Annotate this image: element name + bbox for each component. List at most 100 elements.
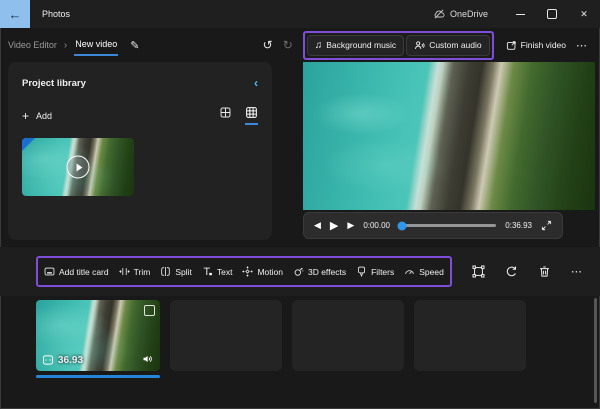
finish-video-button[interactable]: Finish video: [502, 36, 570, 55]
empty-timeline-slot[interactable]: [170, 300, 282, 371]
titlebar: ← Photos OneDrive ✕: [0, 0, 600, 28]
add-title-card-button[interactable]: Add title card: [39, 259, 114, 284]
title-card-icon: [44, 267, 55, 276]
next-frame-button[interactable]: ▶: [347, 220, 354, 231]
seek-slider[interactable]: [397, 221, 497, 230]
back-icon: ←: [8, 6, 22, 22]
motion-label: Motion: [257, 266, 283, 277]
project-library-header: Project library ‹: [22, 76, 258, 90]
music-note-icon: ♫: [314, 39, 323, 51]
trim-icon: [118, 268, 130, 275]
clip-info: 36.93: [42, 354, 83, 366]
plus-icon: +: [22, 108, 30, 123]
filters-button[interactable]: Filters: [351, 259, 399, 284]
large-grid-view-button[interactable]: [219, 106, 232, 125]
maximize-button[interactable]: [536, 0, 568, 28]
clip-selected-underline: [36, 375, 160, 378]
custom-audio-button[interactable]: Custom audio: [406, 34, 490, 56]
redo-button[interactable]: ↻: [283, 38, 293, 52]
more-clip-options-button[interactable]: ⋯: [571, 265, 583, 278]
empty-timeline-slot[interactable]: [414, 300, 526, 371]
background-music-label: Background music: [326, 40, 397, 50]
timeline-clip[interactable]: 36.93: [36, 300, 160, 371]
breadcrumb-project-name[interactable]: New video: [74, 35, 119, 56]
current-time: 0:00.00: [363, 221, 391, 230]
command-bar-right: ↺ ↻ ♫ Background music Custom audio Fini…: [263, 30, 592, 60]
selected-corner-flag: [22, 138, 35, 151]
small-grid-view-button[interactable]: [245, 106, 258, 125]
app-title: Photos: [42, 9, 71, 19]
empty-timeline-slot[interactable]: [292, 300, 404, 371]
speed-button[interactable]: Speed: [399, 259, 449, 284]
back-button[interactable]: ←: [0, 0, 30, 28]
rotate-icon[interactable]: [505, 265, 518, 278]
filters-label: Filters: [371, 266, 395, 277]
minimize-button[interactable]: [504, 0, 536, 28]
background-music-button[interactable]: ♫ Background music: [306, 34, 405, 56]
filters-icon: [358, 266, 366, 277]
split-button[interactable]: Split: [155, 259, 197, 284]
text-button[interactable]: Text: [197, 259, 238, 284]
add-title-card-label: Add title card: [59, 266, 109, 277]
add-media-button[interactable]: + Add: [22, 108, 53, 123]
edit-toolbar-strip: Add title card Trim Split Text Motion 3D…: [0, 247, 600, 296]
motion-icon: [242, 266, 254, 277]
3d-effects-icon: [294, 267, 304, 276]
clip-actions: ⋯: [472, 265, 583, 278]
text-label: Text: [216, 266, 233, 277]
total-time: 0:36.93: [505, 221, 532, 230]
more-options-button[interactable]: ⋯: [576, 39, 588, 52]
custom-audio-label: Custom audio: [429, 40, 482, 50]
rename-pencil-icon[interactable]: ✎: [130, 39, 139, 52]
resize-frame-icon[interactable]: [472, 265, 485, 278]
speed-label: Speed: [419, 266, 444, 277]
export-video-icon: [506, 40, 516, 50]
clip-audio-indicator[interactable]: [142, 353, 154, 365]
film-frame-icon: [43, 355, 53, 365]
split-label: Split: [175, 266, 192, 277]
previous-frame-button[interactable]: ◀: [314, 220, 321, 231]
maximize-icon: [547, 9, 557, 19]
3d-effects-button[interactable]: 3D effects: [288, 259, 351, 284]
close-icon: ✕: [580, 8, 588, 19]
project-library-toolbar: + Add: [22, 106, 258, 125]
play-overlay-icon[interactable]: [66, 155, 90, 179]
project-library-panel: Project library ‹ + Add: [8, 62, 272, 240]
cloud-offline-icon: [434, 9, 445, 19]
split-icon: [161, 267, 171, 276]
person-audio-icon: [415, 40, 425, 49]
breadcrumb-video-editor[interactable]: Video Editor: [8, 40, 57, 50]
command-bar: Video Editor › New video ✎ ↺ ↻ ♫ Backgro…: [0, 28, 600, 62]
motion-button[interactable]: Motion: [237, 259, 288, 284]
timeline-clip-wrapper: 36.93: [36, 300, 160, 378]
onedrive-label: OneDrive: [449, 9, 488, 19]
library-video-thumbnail[interactable]: [22, 138, 134, 196]
titlebar-right: OneDrive ✕: [433, 0, 600, 28]
video-preview[interactable]: [303, 62, 595, 210]
close-button[interactable]: ✕: [568, 0, 600, 28]
fullscreen-icon[interactable]: [541, 220, 552, 231]
project-library-title: Project library: [22, 77, 86, 89]
play-triangle: [76, 163, 82, 171]
photos-app-window: ← Photos OneDrive ✕ Video Editor › New v…: [0, 0, 600, 409]
clip-duration: 36.93: [58, 354, 84, 366]
play-button[interactable]: ▶: [330, 219, 338, 232]
delete-icon[interactable]: [538, 265, 551, 278]
seek-knob[interactable]: [397, 221, 407, 230]
view-toggles: [219, 106, 258, 125]
trim-label: Trim: [133, 266, 151, 277]
grid-large-icon: [220, 107, 231, 118]
playback-controls: ◀ ▶ ▶ 0:00.00 0:36.93: [303, 212, 563, 239]
undo-button[interactable]: ↺: [263, 38, 273, 52]
onedrive-status[interactable]: OneDrive: [433, 8, 488, 20]
collapse-panel-chevron[interactable]: ‹: [254, 76, 258, 90]
text-icon: [203, 267, 212, 276]
timeline-scrollbar[interactable]: [594, 298, 597, 403]
speaker-icon: [143, 355, 152, 363]
speed-icon: [405, 270, 415, 275]
trim-button[interactable]: Trim: [114, 259, 156, 284]
clip-select-box-icon[interactable]: [144, 305, 155, 316]
add-label: Add: [36, 110, 53, 121]
minimize-icon: [515, 13, 525, 15]
grid-small-icon: [246, 107, 257, 118]
